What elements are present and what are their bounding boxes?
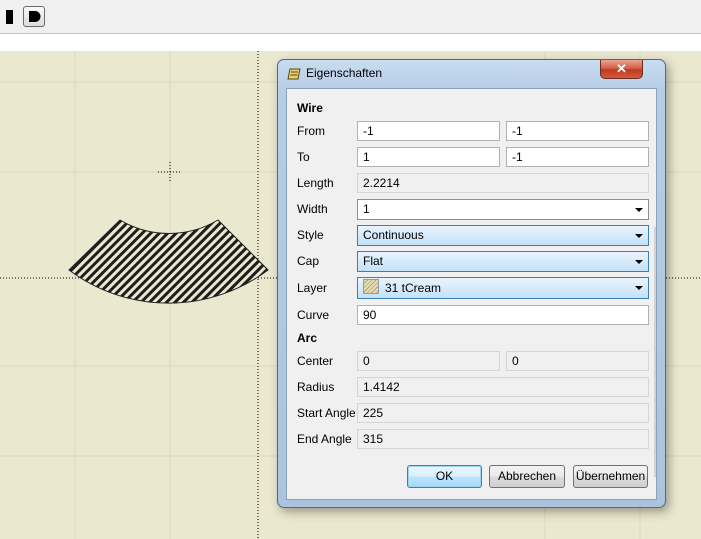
- properties-icon: [287, 68, 301, 80]
- center-y-field: 0: [506, 351, 649, 371]
- layer-combo[interactable]: 31 tCream: [357, 277, 649, 299]
- arc-section-heading: Arc: [297, 331, 318, 345]
- wire-section-heading: Wire: [297, 101, 323, 115]
- from-label: From: [297, 124, 325, 138]
- toolbar-strip: [0, 34, 701, 51]
- width-value: 1: [363, 202, 370, 216]
- cap-label: Cap: [297, 254, 320, 268]
- width-combo[interactable]: 1: [357, 199, 649, 220]
- chevron-down-icon: [635, 286, 643, 290]
- chevron-down-icon: [635, 260, 643, 264]
- d-shape-button[interactable]: [23, 6, 45, 27]
- layer-label: Layer: [297, 281, 328, 295]
- style-label: Style: [297, 228, 324, 242]
- cancel-button[interactable]: Abbrechen: [489, 465, 565, 488]
- length-field: 2.2214: [357, 173, 649, 193]
- from-x-input[interactable]: -1: [357, 121, 500, 141]
- end-angle-field: 315: [357, 429, 649, 449]
- layer-swatch-icon: [363, 279, 379, 294]
- chevron-down-icon: [635, 234, 643, 238]
- style-value: Continuous: [363, 228, 424, 242]
- from-y-input[interactable]: -1: [506, 121, 649, 141]
- dialog-body: Wire From -1 -1 To 1 -1 Length 2.2214 Wi…: [286, 88, 657, 500]
- ok-button[interactable]: OK: [407, 465, 482, 488]
- start-angle-label: Start Angle: [297, 406, 356, 420]
- layer-value: 31 tCream: [385, 281, 442, 295]
- cap-value: Flat: [363, 254, 384, 268]
- center-x-field: 0: [357, 351, 500, 371]
- scrollbar-edge: [654, 227, 656, 477]
- curve-input[interactable]: 90: [357, 305, 649, 325]
- radius-label: Radius: [297, 380, 335, 394]
- end-angle-label: End Angle: [297, 432, 352, 446]
- length-label: Length: [297, 176, 334, 190]
- close-button[interactable]: ✕: [600, 60, 643, 79]
- arc-wire-shape: [68, 219, 269, 304]
- d-shape-icon: [29, 11, 41, 22]
- cap-combo[interactable]: Flat: [357, 251, 649, 272]
- to-label: To: [297, 150, 310, 164]
- chevron-down-icon: [635, 208, 643, 212]
- stop-icon[interactable]: [6, 10, 13, 24]
- radius-field: 1.4142: [357, 377, 649, 397]
- style-combo[interactable]: Continuous: [357, 225, 649, 246]
- close-icon: ✕: [616, 61, 627, 76]
- apply-button[interactable]: Übernehmen: [573, 465, 648, 488]
- start-angle-field: 225: [357, 403, 649, 423]
- curve-label: Curve: [297, 308, 330, 322]
- toolbar: [0, 0, 701, 34]
- width-label: Width: [297, 202, 328, 216]
- properties-dialog: Eigenschaften ✕ Wire From -1 -1 To 1 -1 …: [277, 59, 666, 508]
- dialog-title: Eigenschaften: [306, 66, 383, 80]
- to-x-input[interactable]: 1: [357, 147, 500, 167]
- to-y-input[interactable]: -1: [506, 147, 649, 167]
- center-label: Center: [297, 354, 334, 368]
